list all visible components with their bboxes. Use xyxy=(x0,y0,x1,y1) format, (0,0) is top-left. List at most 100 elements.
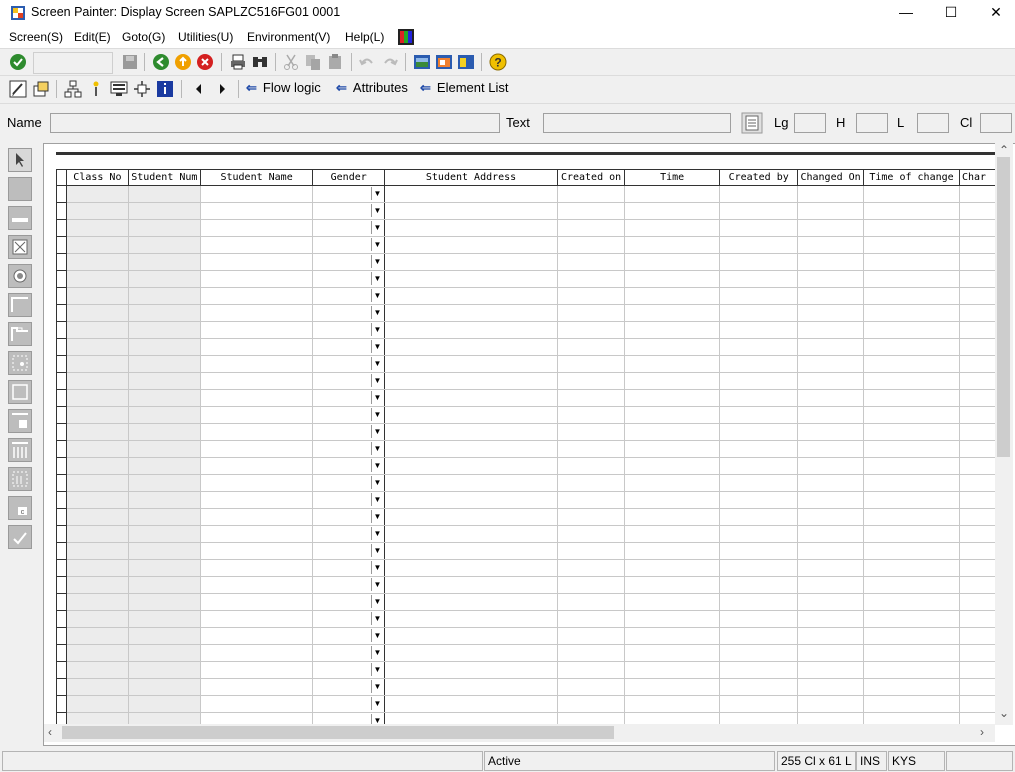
input-cell[interactable] xyxy=(557,559,626,577)
input-cell[interactable] xyxy=(958,695,996,713)
input-cell[interactable] xyxy=(797,474,865,492)
input-cell[interactable] xyxy=(958,508,996,526)
element-list-button[interactable]: ⇐ Element List xyxy=(420,80,508,96)
row-selector[interactable] xyxy=(56,423,67,441)
input-cell[interactable] xyxy=(958,474,996,492)
input-cell[interactable] xyxy=(199,508,314,526)
readonly-cell[interactable] xyxy=(127,661,201,679)
dropdown-arrow-icon[interactable]: ▼ xyxy=(371,527,383,540)
input-cell[interactable] xyxy=(719,525,799,543)
input-cell[interactable] xyxy=(199,695,314,713)
dropdown-arrow-icon[interactable]: ▼ xyxy=(371,442,383,455)
input-cell[interactable] xyxy=(797,491,865,509)
readonly-cell[interactable] xyxy=(65,355,129,373)
row-selector[interactable] xyxy=(56,593,67,611)
dropdown-arrow-icon[interactable]: ▼ xyxy=(371,289,383,302)
input-cell[interactable] xyxy=(958,423,996,441)
input-cell[interactable] xyxy=(797,423,865,441)
scroll-left-icon[interactable]: ‹ xyxy=(48,725,52,739)
input-cell[interactable] xyxy=(557,644,626,662)
readonly-cell[interactable] xyxy=(65,185,129,203)
readonly-cell[interactable] xyxy=(127,593,201,611)
input-cell[interactable] xyxy=(557,423,626,441)
input-cell[interactable] xyxy=(719,338,799,356)
readonly-cell[interactable] xyxy=(127,270,201,288)
command-field[interactable] xyxy=(33,52,113,74)
input-cell[interactable] xyxy=(624,678,721,696)
input-cell[interactable] xyxy=(863,389,960,407)
layout-screen-icon[interactable] xyxy=(110,80,128,98)
input-cell[interactable] xyxy=(797,593,865,611)
input-cell[interactable] xyxy=(863,610,960,628)
readonly-cell[interactable] xyxy=(65,270,129,288)
text-field-tool-icon[interactable] xyxy=(8,177,32,201)
input-cell[interactable] xyxy=(199,321,314,339)
row-selector[interactable] xyxy=(56,559,67,577)
input-cell[interactable] xyxy=(199,593,314,611)
other-object-icon[interactable] xyxy=(32,80,50,98)
input-cell[interactable] xyxy=(958,372,996,390)
row-selector[interactable] xyxy=(56,338,67,356)
input-cell[interactable] xyxy=(624,406,721,424)
readonly-cell[interactable] xyxy=(127,236,201,254)
input-cell[interactable] xyxy=(557,542,626,560)
readonly-cell[interactable] xyxy=(127,474,201,492)
input-cell[interactable] xyxy=(624,202,721,220)
dropdown-arrow-icon[interactable]: ▼ xyxy=(371,425,383,438)
flow-logic-button[interactable]: ⇐ Flow logic xyxy=(246,80,321,96)
input-cell[interactable] xyxy=(958,491,996,509)
row-selector[interactable] xyxy=(56,678,67,696)
cancel-icon[interactable] xyxy=(196,53,214,71)
input-cell[interactable] xyxy=(384,219,559,237)
input-cell[interactable] xyxy=(958,287,996,305)
input-cell[interactable] xyxy=(719,219,799,237)
dropdown-arrow-icon[interactable]: ▼ xyxy=(371,578,383,591)
gender-dropdown-cell[interactable]: ▼ xyxy=(312,474,386,492)
dropdown-arrow-icon[interactable]: ▼ xyxy=(371,272,383,285)
input-cell[interactable] xyxy=(624,287,721,305)
input-cell[interactable] xyxy=(719,695,799,713)
cut-icon[interactable] xyxy=(282,53,300,71)
scroll-up-icon[interactable]: ⌃ xyxy=(999,143,1009,157)
enter-check-icon[interactable] xyxy=(9,53,27,71)
row-selector[interactable] xyxy=(56,287,67,305)
readonly-cell[interactable] xyxy=(127,185,201,203)
input-cell[interactable] xyxy=(199,287,314,305)
readonly-cell[interactable] xyxy=(127,508,201,526)
dropdown-arrow-icon[interactable]: ▼ xyxy=(371,340,383,353)
edit-pencil-icon[interactable] xyxy=(9,80,27,98)
input-cell[interactable] xyxy=(797,610,865,628)
input-cell[interactable] xyxy=(719,253,799,271)
readonly-cell[interactable] xyxy=(127,440,201,458)
input-cell[interactable] xyxy=(624,525,721,543)
input-cell[interactable] xyxy=(863,525,960,543)
input-cell[interactable] xyxy=(863,542,960,560)
readonly-cell[interactable] xyxy=(65,525,129,543)
gender-dropdown-cell[interactable]: ▼ xyxy=(312,593,386,611)
gender-dropdown-cell[interactable]: ▼ xyxy=(312,440,386,458)
input-cell[interactable] xyxy=(384,321,559,339)
input-cell[interactable] xyxy=(199,627,314,645)
row-selector[interactable] xyxy=(56,627,67,645)
input-cell[interactable] xyxy=(863,287,960,305)
input-cell[interactable] xyxy=(384,593,559,611)
input-cell[interactable] xyxy=(863,236,960,254)
readonly-cell[interactable] xyxy=(65,593,129,611)
input-cell[interactable] xyxy=(719,185,799,203)
menu-help[interactable]: Help(L) xyxy=(345,30,384,44)
input-cell[interactable] xyxy=(863,508,960,526)
input-cell[interactable] xyxy=(797,559,865,577)
dropdown-arrow-icon[interactable]: ▼ xyxy=(371,493,383,506)
readonly-cell[interactable] xyxy=(65,236,129,254)
input-cell[interactable] xyxy=(624,355,721,373)
input-cell[interactable] xyxy=(797,338,865,356)
input-cell[interactable] xyxy=(719,406,799,424)
input-cell[interactable] xyxy=(797,542,865,560)
input-cell[interactable] xyxy=(624,219,721,237)
gender-dropdown-cell[interactable]: ▼ xyxy=(312,338,386,356)
input-cell[interactable] xyxy=(958,321,996,339)
input-cell[interactable] xyxy=(384,678,559,696)
input-cell[interactable] xyxy=(719,644,799,662)
gender-dropdown-cell[interactable]: ▼ xyxy=(312,542,386,560)
readonly-cell[interactable] xyxy=(65,491,129,509)
